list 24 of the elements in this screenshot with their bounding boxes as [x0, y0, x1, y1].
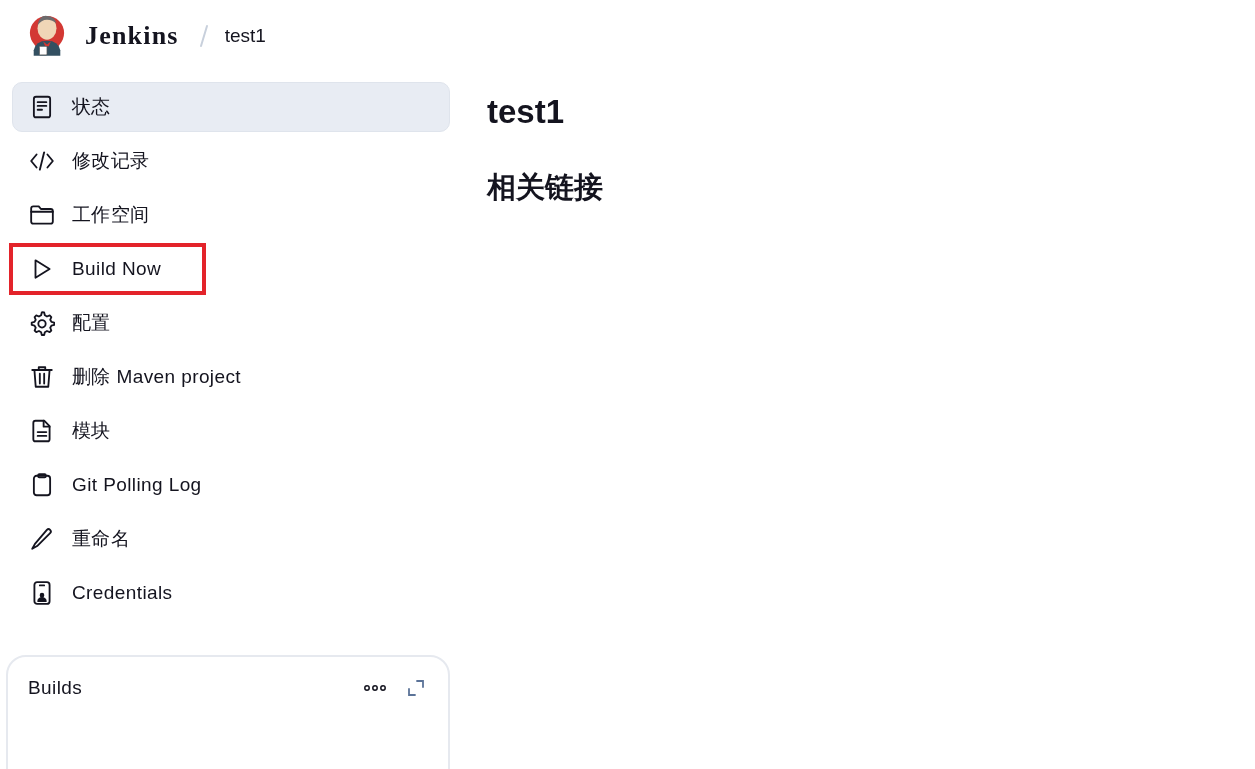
breadcrumb-link[interactable]: test1 [224, 25, 266, 47]
panel-title: Builds [28, 677, 83, 699]
section-heading: 相关链接 [487, 171, 603, 203]
expand-icon [408, 680, 424, 696]
sidebar-item[interactable]: 重命名 [12, 514, 450, 564]
home-link[interactable]: Jenkins [85, 21, 179, 51]
sidebar-item[interactable]: 修改记录 [12, 136, 450, 186]
sidebar-item[interactable]: 工作空间 [12, 190, 450, 240]
more-icon [364, 684, 386, 692]
trash-icon [29, 364, 55, 390]
more-button[interactable] [364, 684, 386, 692]
sidebar-item[interactable]: Git Polling Log [12, 460, 450, 510]
sidebar-item[interactable]: 状态 [12, 82, 450, 132]
pencil-icon [29, 526, 55, 552]
sidebar-item[interactable]: Build Now [12, 244, 450, 294]
expand-button[interactable] [408, 680, 424, 696]
page-title: test1 [487, 94, 566, 130]
sidebar-item[interactable]: 删除 Maven project [12, 352, 450, 402]
settings-icon [29, 310, 55, 336]
sidebar-item[interactable]: 模块 [12, 406, 450, 456]
sidebar-item[interactable]: Credentials [12, 568, 450, 618]
slash-separator-icon [198, 24, 209, 48]
folder-icon [29, 202, 55, 228]
sidebar-item[interactable]: 配置 [12, 298, 450, 348]
